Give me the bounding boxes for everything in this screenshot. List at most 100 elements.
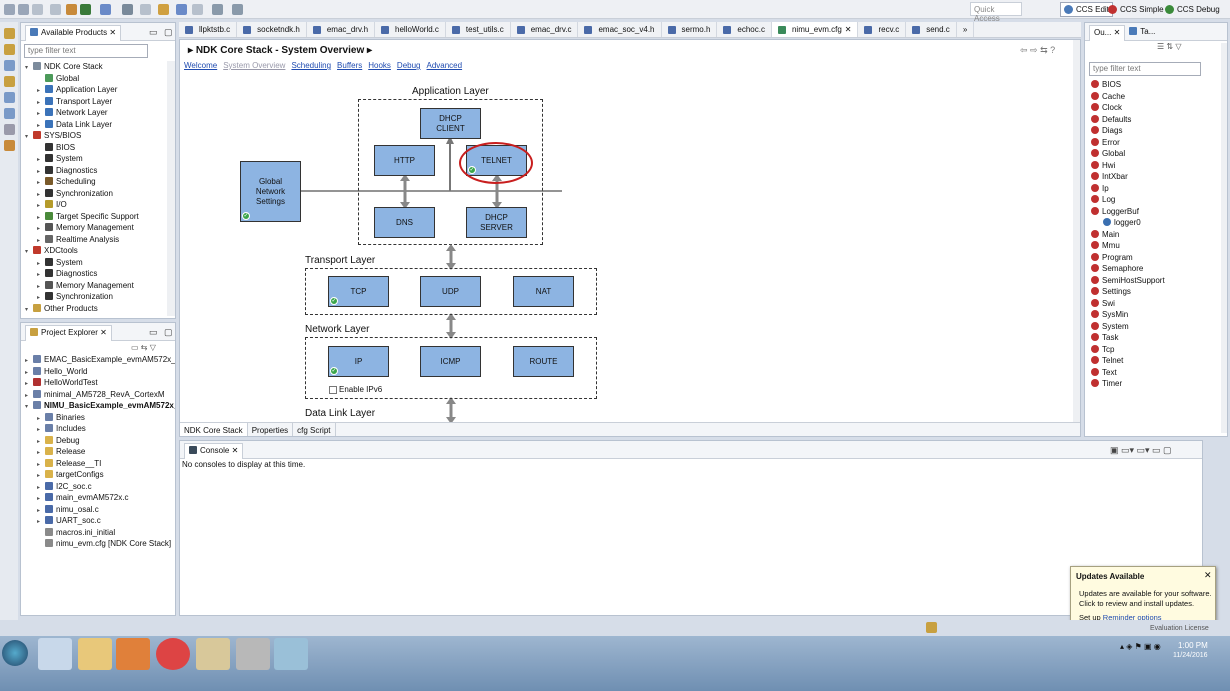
ol-item[interactable]: Settings <box>1091 286 1221 298</box>
pe-item[interactable]: ▸ nimu_osal.c <box>25 504 175 516</box>
ol-item[interactable]: System <box>1091 321 1221 333</box>
pe-item[interactable]: ▸ minimal_AM5728_RevA_CortexM <box>25 389 175 401</box>
ol-item[interactable]: Telnet <box>1091 355 1221 367</box>
forward-icon[interactable] <box>232 4 243 15</box>
pe-item[interactable]: ▸ Includes <box>25 423 175 435</box>
settings-icon[interactable] <box>122 4 133 15</box>
pe-item[interactable]: macros.ini_initial <box>25 527 175 539</box>
perspective-ccs-simple[interactable]: CCS Simple <box>1105 2 1167 17</box>
outline-toolbar-icons[interactable]: ☰ ⇅ ▽ <box>1157 42 1181 51</box>
pe-item[interactable]: ▸ HelloWorldTest <box>25 377 175 389</box>
ap-item[interactable]: ▾ XDCtools <box>25 245 170 257</box>
explorer-icon[interactable] <box>78 638 112 670</box>
ol-item[interactable]: Timer <box>1091 378 1221 390</box>
outline-scrollbar[interactable] <box>1221 43 1227 433</box>
ap-item[interactable]: ▸ Diagnostics <box>25 268 170 280</box>
ap-item[interactable]: ▸ Transport Layer <box>25 96 170 108</box>
pe-item[interactable]: ▾ NIMU_BasicExample_evmAM572x_a <box>25 400 175 412</box>
project-explorer-tab[interactable]: Project Explorer ✕ <box>25 324 112 341</box>
trim-icon[interactable] <box>4 76 15 87</box>
editor-bottom-tab[interactable]: NDK Core Stack <box>180 423 248 436</box>
global-network-settings-box[interactable]: Global Network Settings ✓ <box>240 161 301 222</box>
ol-item[interactable]: IntXbar <box>1091 171 1221 183</box>
editor-tab[interactable]: » <box>957 22 975 37</box>
trim-icon[interactable] <box>4 108 15 119</box>
available-products-tab[interactable]: Available Products ✕ <box>25 24 122 41</box>
ap-item[interactable]: ▸ System <box>25 153 170 165</box>
cube-icon[interactable] <box>236 638 270 670</box>
ie-icon[interactable] <box>38 638 72 670</box>
perspective-ccs-debug[interactable]: CCS Debug <box>1162 2 1223 17</box>
pe-item[interactable]: ▸ Debug <box>25 435 175 447</box>
http-box[interactable]: HTTP <box>374 145 435 176</box>
back-icon[interactable] <box>212 4 223 15</box>
trim-icon[interactable] <box>4 60 15 71</box>
editor-tab[interactable]: sermo.h <box>662 22 718 37</box>
editor-tab[interactable]: helloWorld.c <box>375 22 446 37</box>
trim-icon[interactable] <box>4 44 15 55</box>
editor-tab[interactable]: emac_soc_v4.h <box>578 22 662 37</box>
products-filter-input[interactable]: type filter text <box>24 44 148 58</box>
ap-item[interactable]: ▸ Diagnostics <box>25 165 170 177</box>
ol-item[interactable]: Error <box>1091 137 1221 149</box>
ol-item[interactable]: Main <box>1091 229 1221 241</box>
editor-tab[interactable]: llpktstb.c <box>179 22 238 37</box>
trim-icon[interactable] <box>4 28 15 39</box>
ap-item[interactable]: ▸ Target Specific Support <box>25 211 170 223</box>
editor-bottom-tab[interactable]: cfg Script <box>293 423 336 436</box>
ol-item[interactable]: BIOS <box>1091 79 1221 91</box>
chrome-icon[interactable] <box>156 638 190 670</box>
console-tab[interactable]: Console ✕ <box>184 442 244 459</box>
pe-item[interactable]: ▸ targetConfigs <box>25 469 175 481</box>
trim-icon[interactable] <box>4 140 15 151</box>
new-icon[interactable] <box>4 4 15 15</box>
ol-item[interactable]: Defaults <box>1091 114 1221 126</box>
save-all-icon[interactable] <box>32 4 43 15</box>
ap-item[interactable]: ▸ Realtime Analysis <box>25 234 170 246</box>
ap-item[interactable]: ▸ Network Layer <box>25 107 170 119</box>
maximize-icon[interactable]: ▢ <box>164 27 173 38</box>
ol-item[interactable]: Cache <box>1091 91 1221 103</box>
editor-tab[interactable]: emac_drv.h <box>307 22 376 37</box>
ol-item[interactable]: Clock <box>1091 102 1221 114</box>
search-icon[interactable] <box>140 4 151 15</box>
debug-icon[interactable] <box>100 4 111 15</box>
ol-item[interactable]: Program <box>1091 252 1221 264</box>
dhcp-client-box[interactable]: DHCP CLIENT <box>420 108 481 139</box>
save-icon[interactable] <box>18 4 29 15</box>
ap-item[interactable]: BIOS <box>25 142 170 154</box>
build-icon[interactable] <box>66 4 77 15</box>
ap-item[interactable]: ▸ Synchronization <box>25 188 170 200</box>
updates-body[interactable]: Updates are available for your software.… <box>1079 589 1213 609</box>
ol-item[interactable]: Task <box>1091 332 1221 344</box>
dhcp-server-box[interactable]: DHCP SERVER <box>466 207 527 238</box>
tray-icons[interactable]: ▴ ◈ ⚑ ▣ ◉ <box>1120 642 1170 654</box>
editor-tab[interactable]: nimu_evm.cfg ✕ <box>771 22 859 37</box>
console-toolbar-icons[interactable]: ▣ ▭▾ ▭▾ ▭ ▢ <box>1110 445 1172 456</box>
editor-tab[interactable]: socketndk.h <box>237 22 307 37</box>
ap-item[interactable]: ▸ Application Layer <box>25 84 170 96</box>
ap-item[interactable]: ▸ Memory Management <box>25 280 170 292</box>
udp-box[interactable]: UDP <box>420 276 481 307</box>
media-icon[interactable] <box>116 638 150 670</box>
start-button[interactable] <box>2 640 28 666</box>
ap-item[interactable]: ▸ Scheduling <box>25 176 170 188</box>
maximize-icon[interactable]: ▢ <box>164 327 173 338</box>
ol-item[interactable]: Swi <box>1091 298 1221 310</box>
pe-item[interactable]: ▸ Binaries <box>25 412 175 424</box>
outline-tab[interactable]: Ou... ✕ <box>1089 24 1126 41</box>
route-box[interactable]: ROUTE <box>513 346 574 377</box>
folder-icon[interactable] <box>196 638 230 670</box>
editor-scrollbar[interactable] <box>1073 40 1080 422</box>
products-scrollbar[interactable] <box>167 61 175 316</box>
ol-item[interactable]: logger0 <box>1091 217 1221 229</box>
ol-item[interactable]: Tcp <box>1091 344 1221 356</box>
ol-item[interactable]: Mmu <box>1091 240 1221 252</box>
ol-item[interactable]: Semaphore <box>1091 263 1221 275</box>
ol-item[interactable]: Ip <box>1091 183 1221 195</box>
ap-item[interactable]: Global <box>25 73 170 85</box>
ol-item[interactable]: SysMin <box>1091 309 1221 321</box>
ol-item[interactable]: Log <box>1091 194 1221 206</box>
dns-box[interactable]: DNS <box>374 207 435 238</box>
pe-item[interactable]: ▸ Release <box>25 446 175 458</box>
